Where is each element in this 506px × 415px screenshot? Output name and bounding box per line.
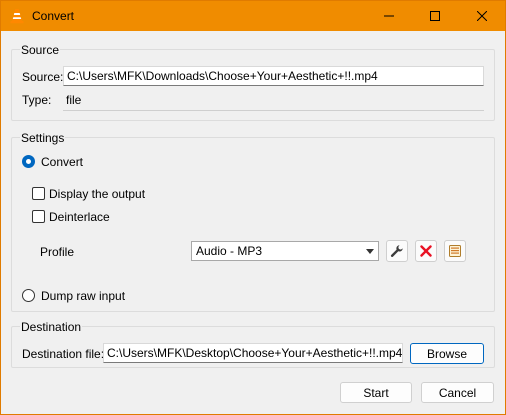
maximize-icon bbox=[430, 11, 440, 21]
dump-raw-label[interactable]: Dump raw input bbox=[41, 289, 125, 303]
destination-group-label: Destination bbox=[20, 320, 83, 334]
source-path-input[interactable]: C:\Users\MFK\Downloads\Choose+Your+Aesth… bbox=[63, 66, 484, 86]
deinterlace-label[interactable]: Deinterlace bbox=[49, 210, 110, 224]
source-group-label: Source bbox=[20, 43, 61, 57]
delete-profile-button[interactable] bbox=[415, 240, 437, 262]
dump-raw-radio[interactable] bbox=[22, 289, 35, 302]
start-button[interactable]: Start bbox=[340, 382, 412, 403]
convert-dialog: Convert Source Source: C:\Users\MFK\Down… bbox=[0, 0, 506, 415]
new-profile-icon bbox=[449, 245, 461, 257]
close-icon bbox=[477, 11, 487, 21]
vlc-cone-icon bbox=[10, 9, 24, 24]
destination-file-label: Destination file: bbox=[22, 347, 105, 361]
convert-radio-label[interactable]: Convert bbox=[41, 155, 83, 169]
maximize-button[interactable] bbox=[412, 1, 458, 31]
convert-radio[interactable] bbox=[22, 155, 35, 168]
wrench-icon bbox=[390, 245, 403, 257]
red-x-icon bbox=[420, 245, 432, 257]
profile-select[interactable]: Audio - MP3 bbox=[191, 241, 379, 261]
source-label: Source: bbox=[22, 70, 64, 84]
settings-group bbox=[11, 137, 495, 312]
settings-group-label: Settings bbox=[20, 131, 66, 145]
profile-label: Profile bbox=[40, 245, 75, 259]
cancel-button[interactable]: Cancel bbox=[421, 382, 494, 403]
display-output-label[interactable]: Display the output bbox=[49, 187, 145, 201]
window-title: Convert bbox=[32, 9, 75, 23]
source-divider bbox=[63, 110, 484, 111]
chevron-down-icon bbox=[366, 249, 374, 254]
destination-file-input[interactable]: C:\Users\MFK\Desktop\Choose+Your+Aesthet… bbox=[103, 343, 403, 363]
profile-select-value: Audio - MP3 bbox=[196, 244, 263, 258]
minimize-button[interactable] bbox=[366, 1, 412, 31]
display-output-checkbox[interactable] bbox=[32, 187, 45, 200]
title-bar[interactable]: Convert bbox=[1, 1, 505, 31]
type-label: Type: bbox=[22, 93, 52, 107]
close-button[interactable] bbox=[459, 1, 505, 31]
type-value: file bbox=[66, 93, 82, 107]
minimize-icon bbox=[384, 15, 394, 17]
deinterlace-checkbox[interactable] bbox=[32, 210, 45, 223]
edit-profile-button[interactable] bbox=[386, 240, 408, 262]
browse-button[interactable]: Browse bbox=[410, 343, 484, 364]
new-profile-button[interactable] bbox=[444, 240, 466, 262]
